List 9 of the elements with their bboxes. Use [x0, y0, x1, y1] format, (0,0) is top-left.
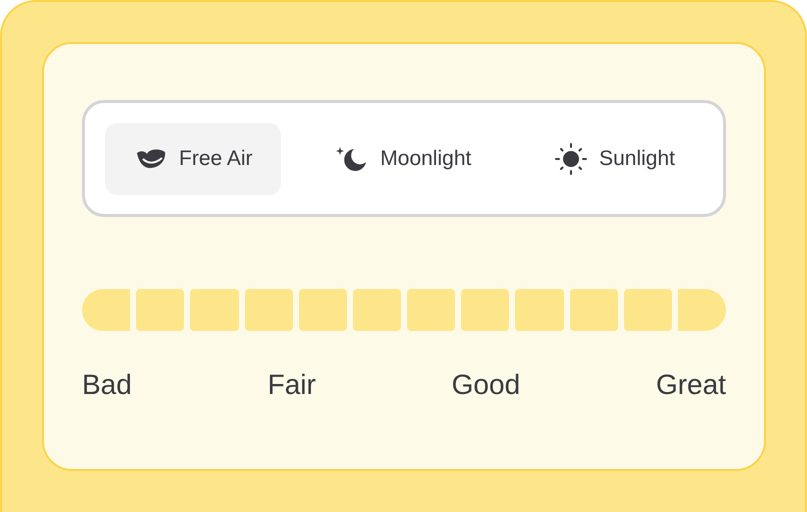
scale-label: Bad — [82, 369, 132, 401]
scale-label: Great — [656, 369, 726, 401]
tab[interactable]: Free Air — [105, 122, 281, 194]
tab[interactable]: Moonlight — [306, 122, 500, 194]
moon-icon — [336, 144, 368, 172]
scale-label: Fair — [268, 369, 316, 401]
scale-label: Good — [452, 369, 520, 401]
tab[interactable]: Sunlight — [525, 122, 703, 194]
sun-icon — [555, 142, 588, 174]
